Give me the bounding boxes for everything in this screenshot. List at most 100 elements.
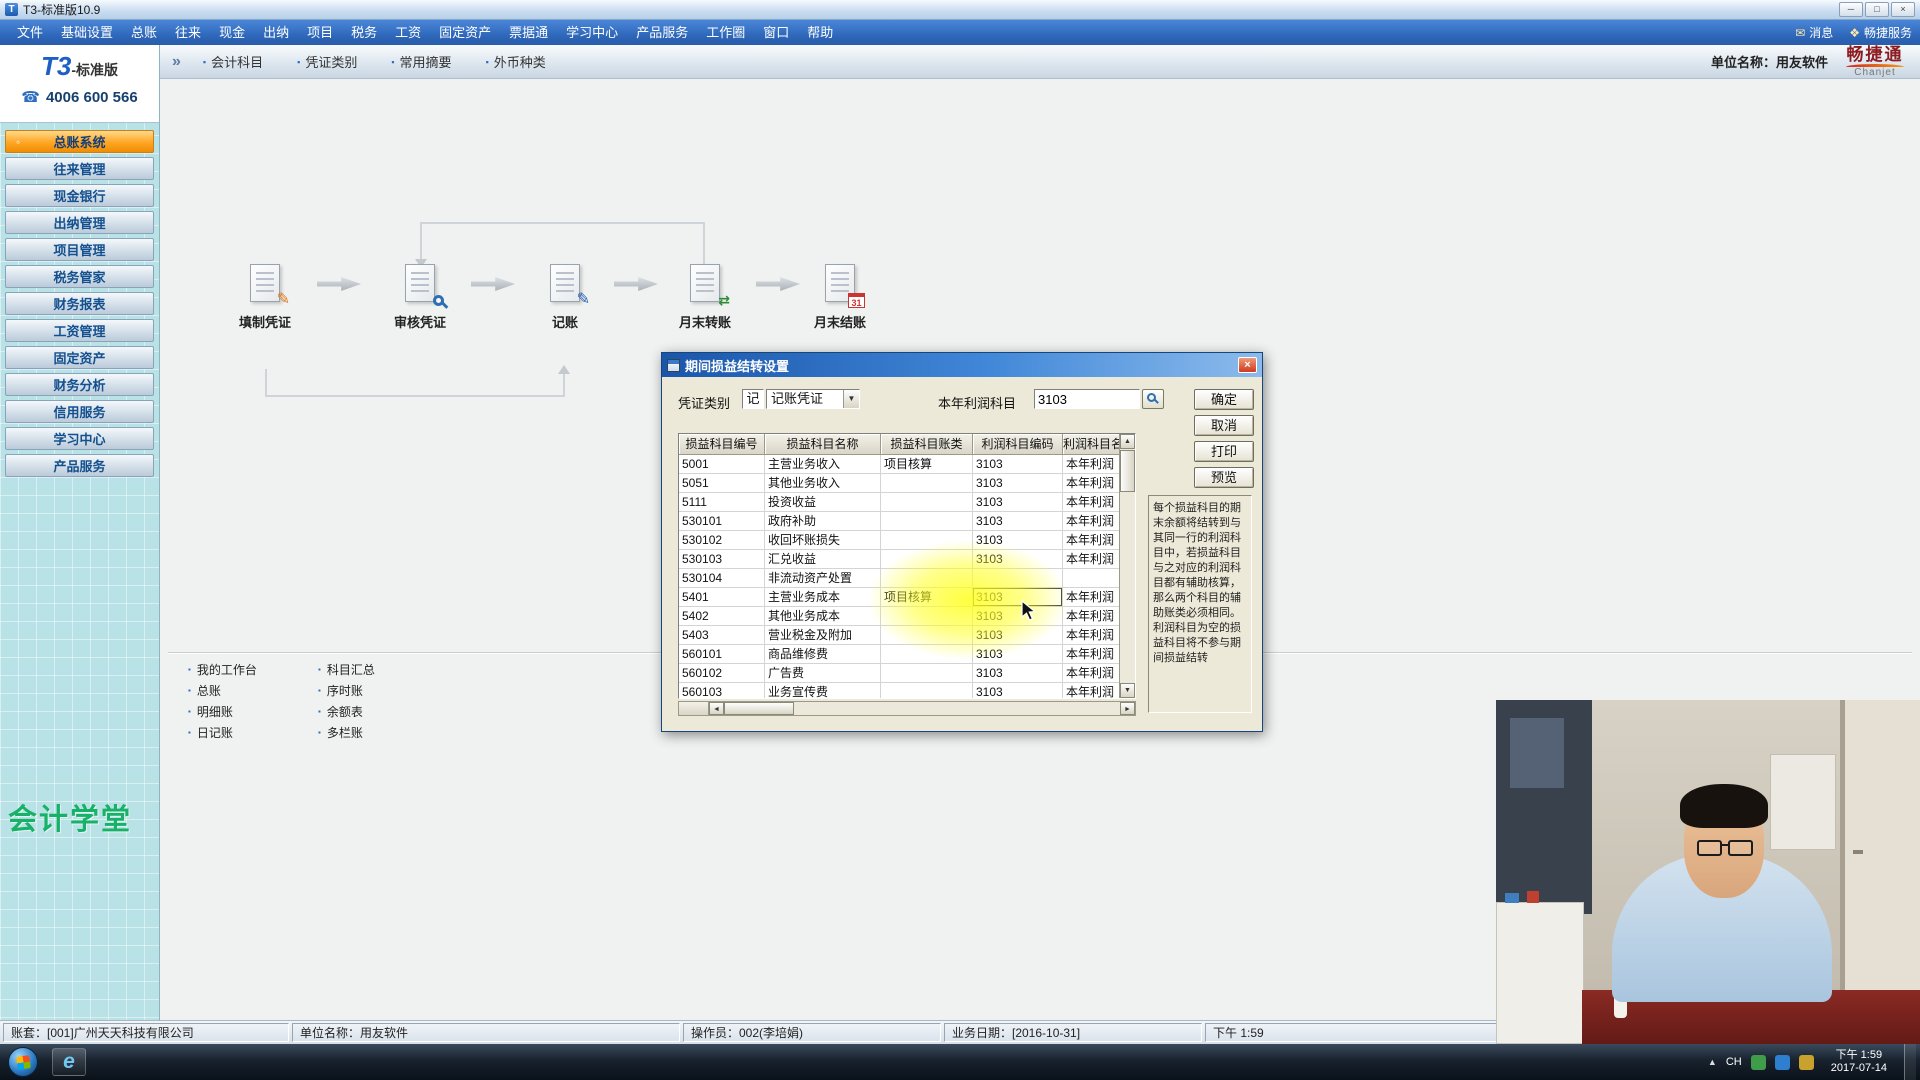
cell[interactable]: 营业税金及附加 [765,626,881,645]
cell[interactable]: 3103 [973,493,1063,512]
cell[interactable]: 本年利润 [1063,626,1121,645]
table-row[interactable]: 530101 政府补助 3103 本年利润 [679,512,1135,531]
cell[interactable]: 3103 [973,455,1063,474]
vertical-scrollbar[interactable]: ▲ ▼ [1119,434,1135,698]
sidebar-item-receivables[interactable]: 往来管理 [5,157,154,180]
cell[interactable]: 5001 [679,455,765,474]
cell[interactable] [881,493,973,512]
menu-project[interactable]: 项目 [298,20,342,45]
workflow-step-bookkeeping[interactable]: ✎ 记账 [520,264,610,331]
cell[interactable]: 商品维修费 [765,645,881,664]
menu-help[interactable]: 帮助 [798,20,842,45]
cell[interactable]: 3103 [973,664,1063,683]
table-row[interactable]: 5402 其他业务成本 3103 本年利润 [679,607,1135,626]
cell[interactable] [881,512,973,531]
quicklink-multi-column-ledger[interactable]: ▪ 多栏账 [318,722,410,743]
cell[interactable]: 本年利润 [1063,531,1121,550]
col-header-code[interactable]: 损益科目编号 [679,434,765,455]
col-header-profit-code[interactable]: 利润科目编码 [973,434,1063,455]
profit-account-input[interactable] [1034,389,1140,409]
table-row[interactable]: 5403 营业税金及附加 3103 本年利润 [679,626,1135,645]
cell[interactable] [881,626,973,645]
maximize-button[interactable]: □ [1865,2,1889,17]
preview-button[interactable]: 预览 [1194,467,1254,488]
menu-piaojutong[interactable]: 票据通 [500,20,557,45]
cell[interactable]: 3103 [973,645,1063,664]
cell[interactable] [881,645,973,664]
cell[interactable]: 3103 [973,550,1063,569]
sidebar-item-fixed-assets[interactable]: 固定资产 [5,346,154,369]
cell[interactable]: 其他业务成本 [765,607,881,626]
scroll-up-icon[interactable]: ▲ [1120,434,1135,449]
cell[interactable]: 项目核算 [881,588,973,607]
tab-common-abstracts[interactable]: ▪ 常用摘要 [391,52,451,71]
menu-fixed-assets[interactable]: 固定资产 [430,20,500,45]
cell[interactable]: 560103 [679,683,765,698]
confirm-button[interactable]: 确定 [1194,389,1254,410]
workflow-step-month-end-closing[interactable]: 31 月末结账 [795,264,885,331]
cell[interactable] [881,474,973,493]
menu-cashier[interactable]: 出纳 [254,20,298,45]
quicklink-general-ledger[interactable]: ▪ 总账 [188,680,304,701]
sidebar-item-products[interactable]: 产品服务 [5,454,154,477]
sidebar-item-credit[interactable]: 信用服务 [5,400,154,423]
dialog-close-button[interactable]: × [1238,357,1257,373]
cell[interactable]: 530101 [679,512,765,531]
table-row[interactable]: 560103 业务宣传费 3103 本年利润 [679,683,1135,698]
cell[interactable]: 本年利润 [1063,493,1121,512]
workflow-step-month-end-transfer[interactable]: ⇄ 月末转账 [660,264,750,331]
cell[interactable] [881,531,973,550]
table-row[interactable]: 5051 其他业务收入 3103 本年利润 [679,474,1135,493]
collapse-sidebar-icon[interactable]: » [172,53,181,71]
taskbar-clock[interactable]: 下午 1:59 2017-07-14 [1823,1049,1895,1075]
table-row[interactable]: 560101 商品维修费 3103 本年利润 [679,645,1135,664]
cell[interactable]: 本年利润 [1063,645,1121,664]
cell[interactable]: 本年利润 [1063,607,1121,626]
cell[interactable]: 560101 [679,645,765,664]
quicklink-detail-ledger[interactable]: ▪ 明细账 [188,701,304,722]
cell[interactable]: 5111 [679,493,765,512]
col-header-name[interactable]: 损益科目名称 [765,434,881,455]
cell[interactable]: 本年利润 [1063,550,1121,569]
quicklink-balance-sheet[interactable]: ▪ 余额表 [318,701,410,722]
cell[interactable] [1063,569,1121,588]
cell[interactable]: 本年利润 [1063,683,1121,698]
scroll-right-icon[interactable]: ► [1120,702,1135,715]
workflow-step-fill-voucher[interactable]: ✎ 填制凭证 [220,264,310,331]
cell[interactable]: 5403 [679,626,765,645]
cell[interactable]: 主营业务收入 [765,455,881,474]
cell[interactable]: 汇兑收益 [765,550,881,569]
sidebar-item-analysis[interactable]: 财务分析 [5,373,154,396]
cell[interactable]: 投资收益 [765,493,881,512]
cell[interactable]: 530104 [679,569,765,588]
tab-foreign-currency[interactable]: ▪ 外币种类 [486,52,546,71]
cell-editing[interactable]: 3103 [973,588,1063,607]
sidebar-item-reports[interactable]: 财务报表 [5,292,154,315]
cell[interactable]: 非流动资产处置 [765,569,881,588]
scroll-left-icon[interactable]: ◄ [709,702,724,715]
cell[interactable]: 本年利润 [1063,512,1121,531]
cell[interactable] [881,607,973,626]
cell[interactable] [881,569,973,588]
cell[interactable]: 3103 [973,531,1063,550]
account-lookup-button[interactable] [1142,389,1164,409]
cell[interactable]: 本年利润 [1063,588,1121,607]
cell[interactable]: 3103 [973,683,1063,698]
cell[interactable] [881,683,973,698]
table-row[interactable]: 5111 投资收益 3103 本年利润 [679,493,1135,512]
cell[interactable]: 主营业务成本 [765,588,881,607]
tab-voucher-types[interactable]: ▪ 凭证类别 [297,52,357,71]
sidebar-item-learning[interactable]: 学习中心 [5,427,154,450]
menu-work-circle[interactable]: 工作圈 [697,20,754,45]
quicklink-journal[interactable]: ▪ 日记账 [188,722,304,743]
sidebar-item-cashier[interactable]: 出纳管理 [5,211,154,234]
menu-product-services[interactable]: 产品服务 [627,20,697,45]
cell[interactable]: 5402 [679,607,765,626]
quicklink-subject-summary[interactable]: ▪ 科目汇总 [318,659,410,680]
sidebar-item-project[interactable]: 项目管理 [5,238,154,261]
sidebar-item-tax[interactable]: 税务管家 [5,265,154,288]
horizontal-scrollbar[interactable]: ◄ ► [678,701,1136,716]
table-row[interactable]: 530104 非流动资产处置 [679,569,1135,588]
cell[interactable] [881,550,973,569]
menu-tax[interactable]: 税务 [342,20,386,45]
